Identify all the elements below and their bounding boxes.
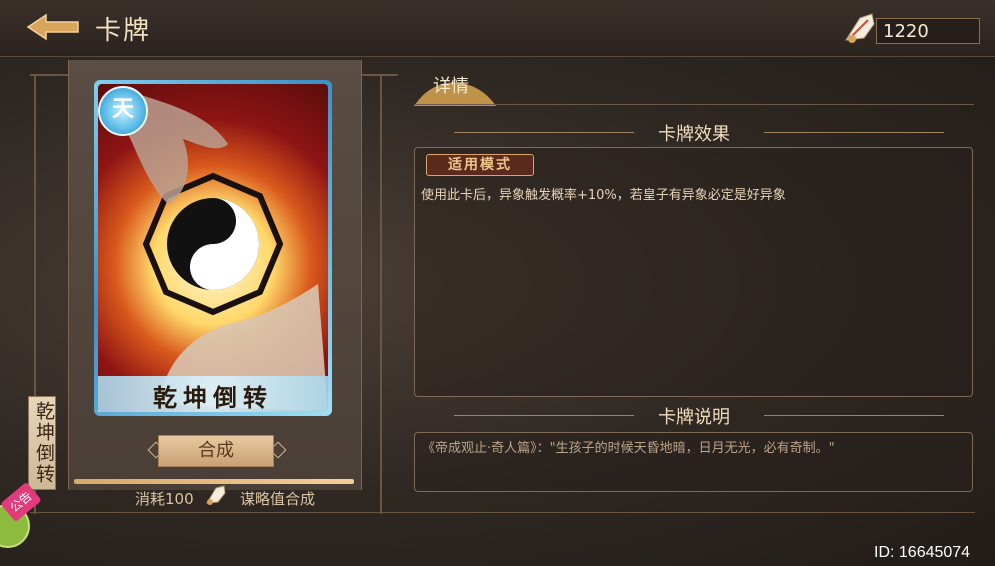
effect-text: 使用此卡后，异象触发概率+10%，若皇子有异象必定是好异象	[421, 188, 786, 203]
effect-section-header: 卡牌效果	[414, 120, 974, 145]
user-id: ID: 16645074	[874, 544, 971, 561]
cost-suffix: 谋略值合成	[240, 490, 316, 508]
card-grade-badge: 天	[98, 86, 148, 136]
feather-fan-icon	[845, 13, 875, 43]
desc-section-title: 卡牌说明	[658, 407, 730, 428]
feather-fan-icon	[206, 485, 226, 505]
card-name: 乾坤倒转	[153, 383, 273, 412]
frame-left-beam	[30, 74, 68, 76]
currency-value: 1220	[876, 18, 980, 44]
effect-section-title: 卡牌效果	[658, 124, 730, 145]
cost-label: 消耗100	[135, 490, 194, 508]
side-tab-card-name[interactable]: 乾坤倒转	[28, 396, 56, 490]
tab-underline	[414, 104, 974, 105]
page-title: 卡牌	[95, 16, 152, 46]
desc-text: 《帝成观止·奇人篇》："生孩子的时候天昏地暗，日月无光，必有奇制。"	[422, 441, 835, 456]
tab-details[interactable]: 详情	[433, 72, 469, 98]
desc-section-header: 卡牌说明	[414, 403, 974, 428]
frame-mid-beam	[360, 74, 398, 76]
frame-mid-post	[380, 74, 382, 514]
frame-bottom-rail	[30, 512, 975, 513]
back-arrow-icon[interactable]	[26, 12, 80, 42]
compose-button[interactable]: 合成	[158, 435, 274, 467]
mode-tag: 适用模式	[426, 154, 534, 176]
